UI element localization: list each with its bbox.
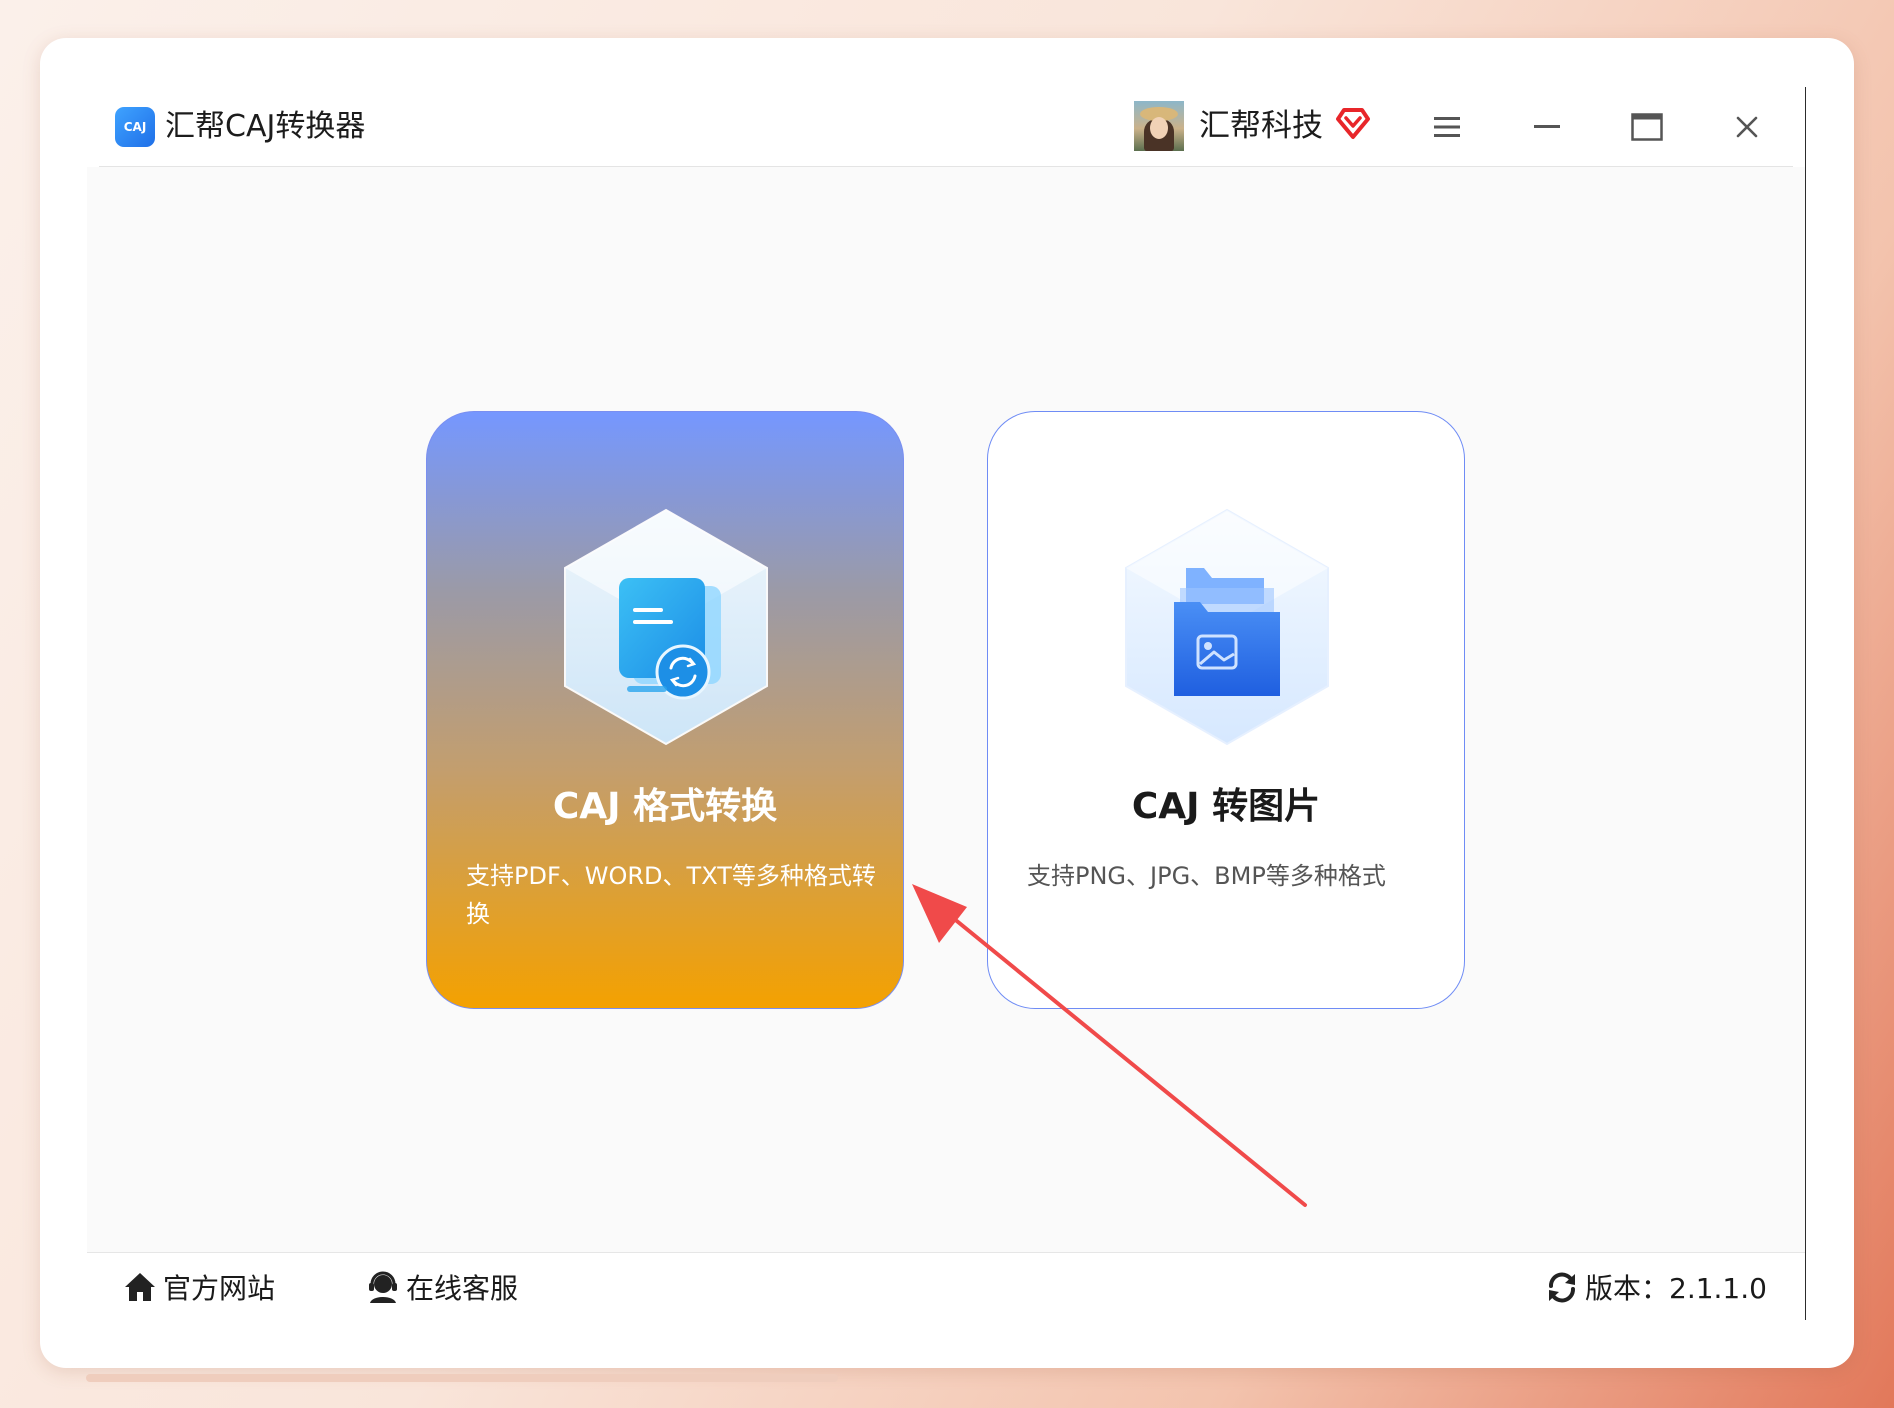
maximize-button[interactable] bbox=[1627, 107, 1667, 147]
annotation-arrow bbox=[912, 884, 1307, 1207]
document-convert-icon bbox=[564, 508, 768, 746]
vip-diamond-icon[interactable] bbox=[1335, 105, 1371, 141]
online-support-link[interactable]: 在线客服 bbox=[366, 1265, 518, 1309]
close-button[interactable] bbox=[1727, 107, 1767, 147]
hamburger-menu-icon bbox=[1434, 117, 1460, 137]
card-title: CAJ 转图片 bbox=[1131, 786, 1321, 827]
maximize-icon bbox=[1631, 113, 1663, 141]
menu-button[interactable] bbox=[1427, 107, 1467, 147]
caj-format-convert-card[interactable]: CAJ 格式转换 支持PDF、WORD、TXT等多种格式转换 bbox=[426, 411, 904, 1009]
title-divider bbox=[99, 166, 1793, 167]
customer-service-icon bbox=[369, 1271, 397, 1303]
title-bar: CAJ 汇帮CAJ转换器 汇帮科技 bbox=[87, 87, 1805, 167]
caj-logo-icon: CAJ bbox=[115, 107, 155, 147]
version-label: 版本：2.1.1.0 bbox=[1585, 1272, 1767, 1305]
user-name[interactable]: 汇帮科技 bbox=[1199, 105, 1323, 147]
app-window: CAJ 汇帮CAJ转换器 汇帮科技 CAJ 格式转换 支持PDF、WORD、TX… bbox=[87, 87, 1806, 1321]
website-label: 官方网站 bbox=[163, 1272, 276, 1305]
home-icon bbox=[125, 1273, 155, 1301]
image-folder-icon bbox=[1125, 508, 1329, 746]
card-description: 支持PDF、WORD、TXT等多种格式转换 bbox=[466, 862, 876, 928]
minimize-button[interactable] bbox=[1527, 107, 1567, 147]
refresh-icon bbox=[1549, 1272, 1575, 1303]
version-info[interactable]: 版本：2.1.1.0 bbox=[1545, 1265, 1767, 1309]
official-website-link[interactable]: 官方网站 bbox=[123, 1265, 275, 1309]
card-title: CAJ 格式转换 bbox=[552, 786, 778, 827]
close-icon bbox=[1736, 116, 1758, 138]
frame-shadow-bar bbox=[86, 1374, 838, 1382]
app-title: 汇帮CAJ转换器 bbox=[165, 109, 366, 144]
minimize-icon bbox=[1534, 125, 1560, 128]
caj-to-image-card[interactable]: CAJ 转图片 支持PNG、JPG、BMP等多种格式 bbox=[987, 411, 1465, 1009]
card-description: 支持PNG、JPG、BMP等多种格式 bbox=[1027, 862, 1386, 890]
footer-bar: 官方网站 在线客服 版本：2.1.1.0 bbox=[87, 1252, 1805, 1321]
avatar[interactable] bbox=[1134, 101, 1184, 151]
support-label: 在线客服 bbox=[406, 1272, 519, 1305]
